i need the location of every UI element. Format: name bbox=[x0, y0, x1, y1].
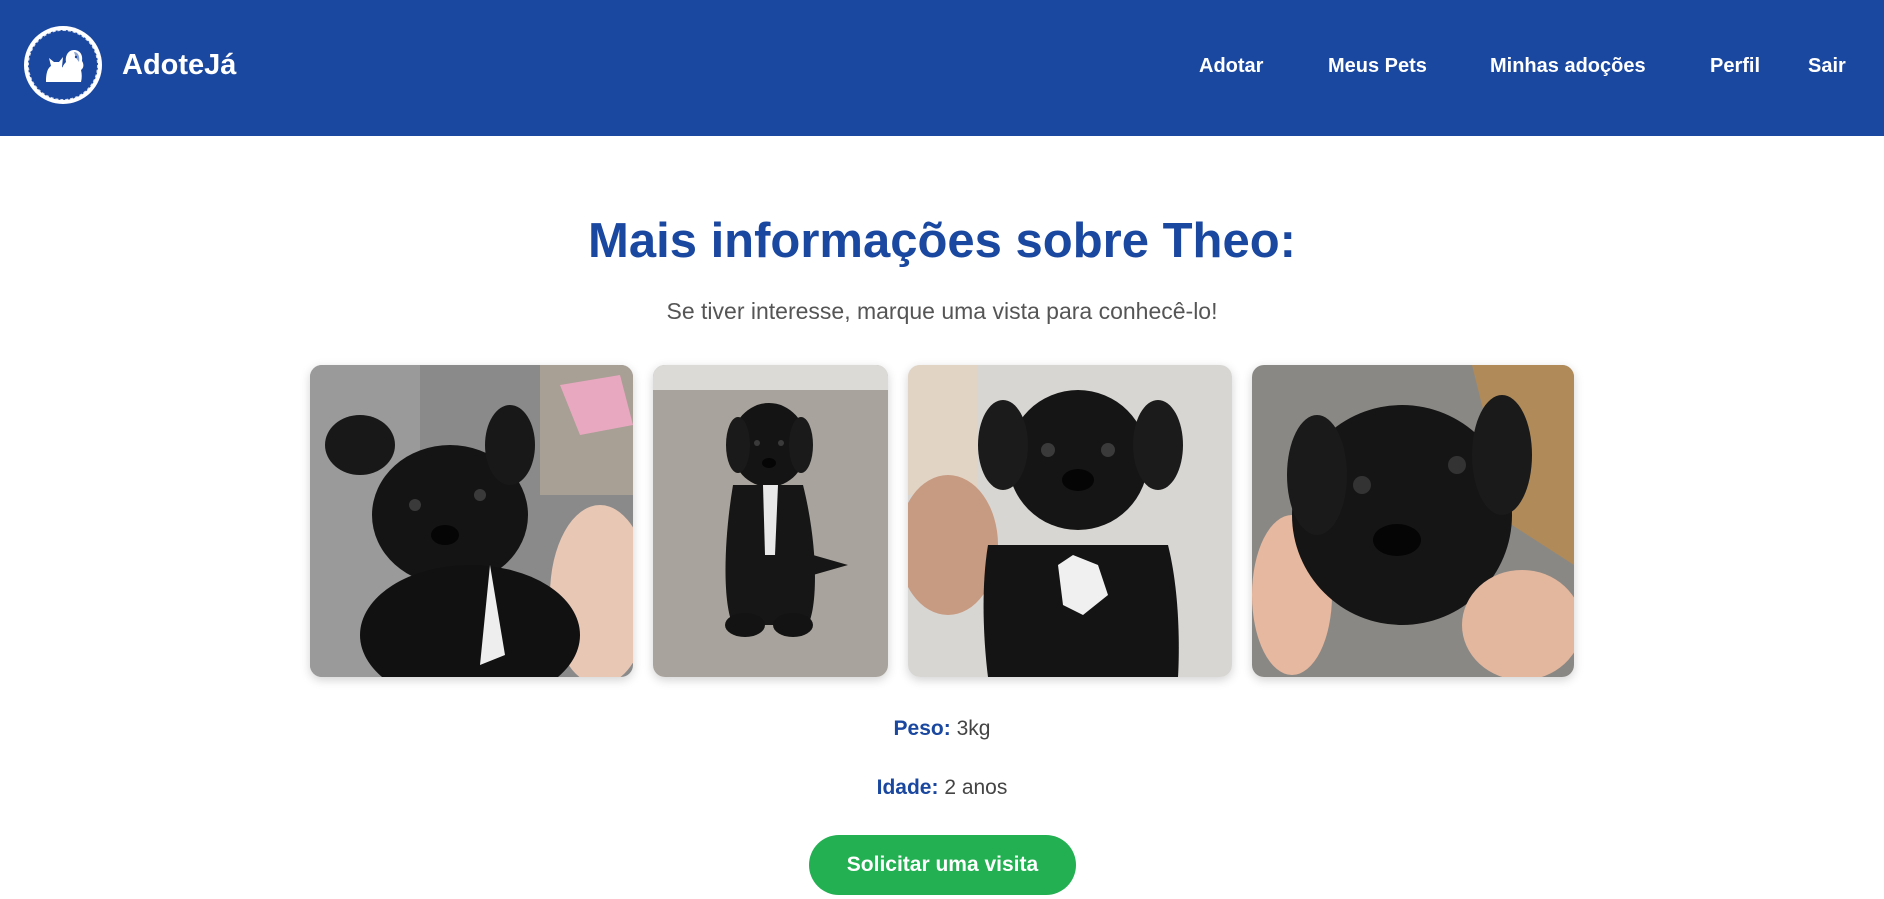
pet-photo-3 bbox=[908, 365, 1232, 677]
pet-photo-2 bbox=[653, 365, 888, 677]
age-label: Idade: bbox=[876, 776, 939, 799]
nav-meus-pets[interactable]: Meus Pets bbox=[1328, 54, 1427, 78]
logo[interactable] bbox=[24, 26, 102, 104]
nav-minhas-adocoes[interactable]: Minhas adoções bbox=[1490, 54, 1646, 78]
weight-value: 3kg bbox=[956, 717, 991, 740]
age-row: Idade: 2 anos bbox=[0, 775, 1884, 801]
page-subtitle: Se tiver interesse, marque uma vista par… bbox=[666, 298, 1218, 324]
dog-and-cat-icon bbox=[28, 30, 98, 100]
nav-sair[interactable]: Sair bbox=[1808, 54, 1846, 78]
weight-label: Peso: bbox=[893, 717, 951, 740]
pet-photo-4 bbox=[1252, 365, 1574, 677]
nav-adotar[interactable]: Adotar bbox=[1199, 54, 1263, 78]
nav-perfil[interactable]: Perfil bbox=[1710, 54, 1760, 78]
top-navbar: AdoteJá Adotar Meus Pets Minhas adoções … bbox=[0, 0, 1884, 136]
page-title: Mais informações sobre Theo: bbox=[588, 214, 1296, 268]
pet-photo-1 bbox=[310, 365, 633, 677]
weight-row: Peso: 3kg bbox=[0, 716, 1884, 742]
brand-name[interactable]: AdoteJá bbox=[122, 48, 236, 82]
request-visit-button[interactable]: Solicitar uma visita bbox=[809, 835, 1076, 895]
age-value: 2 anos bbox=[944, 776, 1008, 799]
